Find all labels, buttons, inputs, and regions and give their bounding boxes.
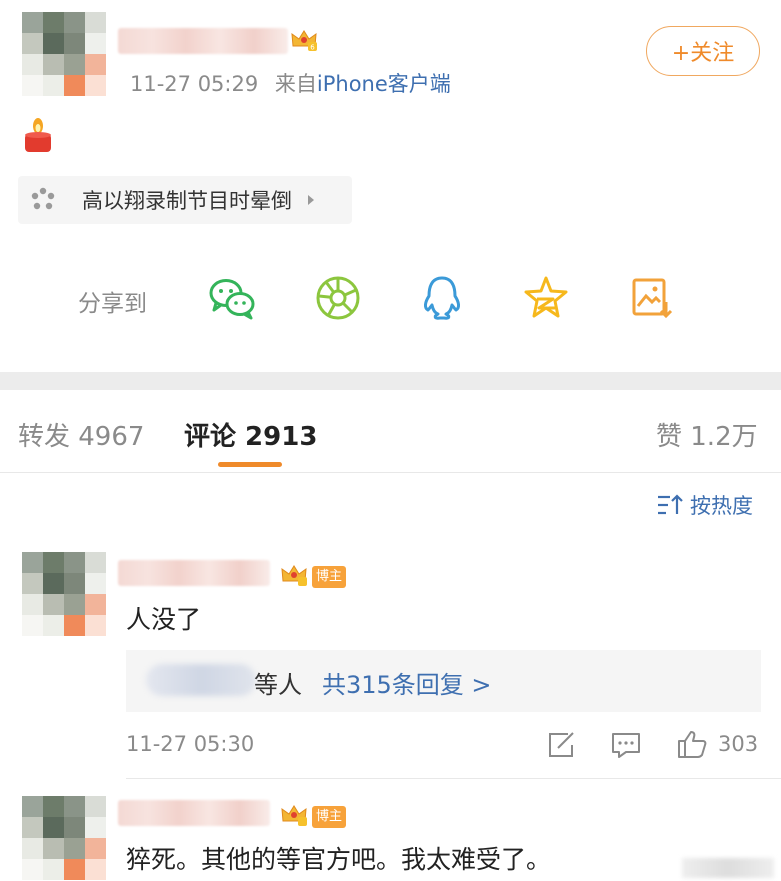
author-avatar[interactable] — [22, 12, 106, 96]
vip-crown-icon — [281, 565, 307, 586]
commenter-name-blurred[interactable] — [118, 800, 270, 826]
commenter-name-blurred[interactable] — [118, 560, 270, 586]
follow-button[interactable]: +关注 — [646, 26, 760, 76]
comment-divider — [126, 778, 781, 779]
candle-icon — [25, 118, 51, 152]
qzone-icon[interactable] — [520, 272, 572, 324]
replier-name-blurred — [146, 664, 256, 696]
section-separator — [0, 372, 781, 390]
share-label: 分享到 — [78, 291, 147, 317]
comment-icon[interactable] — [610, 731, 642, 759]
post-source-app[interactable]: iPhone客户端 — [317, 72, 451, 96]
comment-text: 人没了 — [126, 605, 202, 634]
reply-count-link[interactable]: 共315条回复 > — [322, 665, 492, 700]
svg-text:6: 6 — [310, 44, 315, 52]
author-badge: 博主 — [312, 806, 346, 828]
like-icon[interactable] — [676, 729, 708, 759]
tab-repost[interactable]: 转发 4967 — [18, 416, 144, 453]
sort-label: 按热度 — [690, 494, 753, 518]
vip-crown-icon — [281, 805, 307, 826]
topic-flower-icon — [31, 187, 55, 210]
tab-comments[interactable]: 评论 2913 — [184, 416, 317, 453]
reply-suffix: 等人 — [254, 671, 302, 699]
watermark-blurred — [682, 858, 774, 878]
tabs-divider — [0, 472, 781, 473]
reply-summary[interactable]: 等人 共315条回复 > — [126, 650, 761, 712]
topic-tag[interactable]: 高以翔录制节目时晕倒 — [18, 176, 352, 224]
comment-text: 猝死。其他的等官方吧。我太难受了。 — [126, 845, 552, 874]
follow-button-label: +关注 — [671, 41, 735, 66]
sort-button[interactable]: 按热度 — [656, 490, 753, 520]
comment-time: 11-27 05:30 — [126, 732, 255, 756]
post-source-prefix: 来自 — [274, 72, 317, 96]
author-name-blurred[interactable] — [118, 28, 288, 54]
sort-icon — [658, 494, 683, 515]
tab-likes[interactable]: 赞 1.2万 — [656, 416, 758, 453]
commenter-avatar[interactable] — [22, 552, 106, 636]
wechat-icon[interactable] — [206, 272, 258, 324]
post-time: 11-27 05:29 — [130, 72, 259, 96]
tab-comments-indicator — [218, 462, 282, 467]
qq-icon[interactable] — [416, 272, 468, 324]
commenter-avatar[interactable] — [22, 796, 106, 880]
repost-icon[interactable] — [546, 731, 576, 759]
chevron-right-icon — [308, 195, 314, 205]
author-badge: 博主 — [312, 566, 346, 588]
post-meta: 11-27 05:29 来自iPhone客户端 — [130, 68, 451, 98]
moments-icon[interactable] — [312, 272, 364, 324]
topic-label: 高以翔录制节目时晕倒 — [82, 189, 292, 213]
save-image-icon[interactable] — [626, 272, 678, 324]
like-count: 303 — [718, 732, 759, 756]
vip-crown-icon: 6 — [291, 30, 317, 52]
